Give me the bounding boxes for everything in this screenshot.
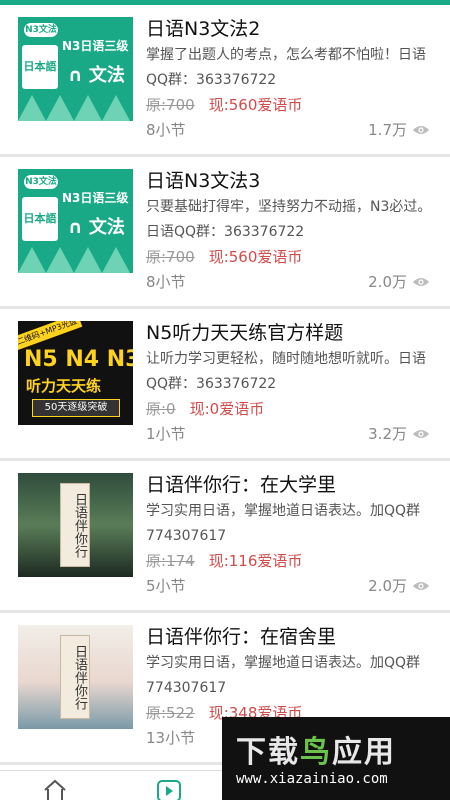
home-icon[interactable]: [42, 779, 68, 800]
thumb-line2: 听力天天练: [26, 377, 102, 395]
play-icon[interactable]: [156, 779, 182, 800]
thumb-bar: 50天逐级突破: [32, 399, 120, 417]
course-description: 掌握了出题人的考点，怎么考都不怕啦！日语QQ群：363376722: [146, 47, 426, 88]
thumb-decoration: [46, 247, 74, 273]
view-count: 2.0万: [368, 575, 430, 596]
thumb-decoration: [74, 95, 102, 121]
view-count-value: 2.0万: [368, 273, 407, 291]
thumb-decoration: [74, 247, 102, 273]
thumb-scroll: 日语伴你行: [60, 635, 90, 719]
thumb-line1: N5 N4 N3: [24, 347, 133, 372]
thumb-decoration: [18, 95, 46, 121]
watermark-text-3: 应用: [332, 735, 396, 770]
current-price: 现:560爱语币: [208, 96, 303, 114]
view-count-value: 2.0万: [368, 577, 407, 595]
course-price: 原:174 现:116爱语币: [146, 550, 302, 571]
course-thumbnail[interactable]: N3文法 日本語 N3日语三级 ∩ 文法: [18, 17, 133, 121]
thumb-badge: N3文法: [24, 175, 58, 189]
watermark-url: www.xiazainiao.com: [236, 771, 388, 787]
view-count-value: 1.7万: [368, 121, 407, 139]
lesson-count: 13小节: [146, 729, 196, 747]
original-price: 原:0: [146, 400, 176, 418]
original-price: 原:700: [146, 248, 195, 266]
original-price: 原:700: [146, 96, 195, 114]
watermark-title: 下载鸟应用: [236, 727, 396, 771]
lesson-count: 8小节: [146, 121, 186, 139]
thumb-scroll: 日语伴你行: [60, 483, 90, 567]
course-card[interactable]: 日语伴你行 日语伴你行：在大学里 学习实用日语，掌握地道日语表达。加QQ群774…: [0, 461, 450, 613]
watermark-text-2: 鸟: [300, 735, 332, 770]
course-thumbnail[interactable]: 日语伴你行: [18, 473, 133, 577]
course-thumbnail[interactable]: 日语伴你行: [18, 625, 133, 729]
course-description: 学习实用日语，掌握地道日语表达。加QQ群774307617: [146, 503, 421, 544]
eye-icon: [413, 125, 429, 134]
original-price: 原:522: [146, 704, 195, 722]
course-description: 学习实用日语，掌握地道日语表达。加QQ群774307617: [146, 655, 421, 696]
view-count: 1.7万: [368, 119, 430, 140]
course-price: 原:700 现:560爱语币: [146, 94, 302, 115]
course-description: 让听力学习更轻松，随时随地想听就听。日语QQ群：363376722: [146, 351, 426, 392]
view-count: 3.2万: [368, 423, 430, 444]
current-price: 现:0爱语币: [189, 400, 265, 418]
thumb-line2: ∩ 文法: [68, 217, 125, 238]
thumb-line1: N3日语三级: [62, 191, 129, 205]
course-thumbnail[interactable]: N3文法 日本語 N3日语三级 ∩ 文法: [18, 169, 133, 273]
watermark-logo: 下载鸟应用 www.xiazainiao.com: [222, 717, 450, 800]
current-price: 现:116爱语币: [208, 552, 303, 570]
course-description: 只要基础打得牢，坚持努力不动摇，N3必过。日语QQ群：363376722: [146, 199, 432, 240]
current-price: 现:560爱语币: [208, 248, 303, 266]
course-list: N3文法 日本語 N3日语三级 ∩ 文法 日语N3文法2 掌握了出题人的考点，怎…: [0, 5, 450, 765]
eye-icon: [413, 277, 429, 286]
lesson-count: 1小节: [146, 425, 186, 443]
view-count: 2.0万: [368, 271, 430, 292]
lesson-count: 5小节: [146, 577, 186, 595]
course-price: 原:0 现:0爱语币: [146, 398, 264, 419]
eye-icon: [413, 429, 429, 438]
thumb-badge: N3文法: [24, 23, 58, 37]
course-card[interactable]: 二维码+MP3光盘 N5 N4 N3 听力天天练 50天逐级突破 N5听力天天练…: [0, 309, 450, 461]
course-title[interactable]: 日语N3文法2: [146, 14, 438, 41]
lesson-count: 8小节: [146, 273, 186, 291]
thumb-decoration: [102, 95, 130, 121]
course-card[interactable]: N3文法 日本語 N3日语三级 ∩ 文法 日语N3文法2 掌握了出题人的考点，怎…: [0, 5, 450, 157]
course-title[interactable]: 日语伴你行：在宿舍里: [146, 622, 438, 649]
course-card[interactable]: N3文法 日本語 N3日语三级 ∩ 文法 日语N3文法3 只要基础打得牢，坚持努…: [0, 157, 450, 309]
thumb-line1: N3日语三级: [62, 39, 129, 53]
thumb-decoration: [18, 247, 46, 273]
original-price: 原:174: [146, 552, 195, 570]
thumb-decoration: [46, 95, 74, 121]
watermark-text-1: 下载: [236, 735, 300, 770]
eye-icon: [413, 581, 429, 590]
view-count-value: 3.2万: [368, 425, 407, 443]
thumb-line2: ∩ 文法: [68, 65, 125, 86]
course-title[interactable]: 日语伴你行：在大学里: [146, 470, 438, 497]
course-title[interactable]: 日语N3文法3: [146, 166, 438, 193]
course-price: 原:700 现:560爱语币: [146, 246, 302, 267]
thumb-decoration: [102, 247, 130, 273]
course-thumbnail[interactable]: 二维码+MP3光盘 N5 N4 N3 听力天天练 50天逐级突破: [18, 321, 133, 425]
course-title[interactable]: N5听力天天练官方样题: [146, 318, 438, 345]
thumb-brand: 日本語: [22, 45, 58, 89]
thumb-brand: 日本語: [22, 197, 58, 241]
